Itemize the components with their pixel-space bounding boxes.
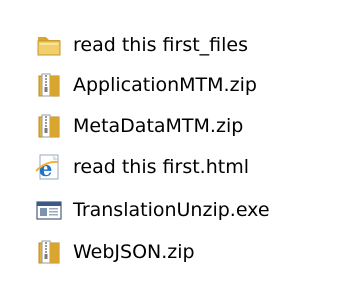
zip-archive-icon: [33, 111, 65, 141]
file-list: read this first_files ApplicationMTM.zip: [0, 0, 349, 288]
file-name: TranslationUnzip.exe: [73, 199, 270, 221]
file-name: ApplicationMTM.zip: [73, 74, 257, 96]
file-item-applicationmtm-zip[interactable]: ApplicationMTM.zip: [33, 68, 333, 102]
file-name: WebJSON.zip: [73, 241, 195, 263]
folder-icon: [33, 30, 65, 60]
svg-text:e: e: [39, 156, 52, 181]
file-item-read-this-first-html[interactable]: e read this first.html: [33, 150, 333, 184]
file-item-metadatamtm-zip[interactable]: MetaDataMTM.zip: [33, 109, 333, 143]
executable-window-icon: [33, 195, 65, 225]
zip-archive-icon: [33, 237, 65, 267]
internet-explorer-html-icon: e: [33, 152, 65, 182]
file-name: read this first_files: [73, 34, 248, 56]
file-item-read-this-first-files[interactable]: read this first_files: [33, 28, 333, 62]
file-name: MetaDataMTM.zip: [73, 115, 244, 137]
file-item-webjson-zip[interactable]: WebJSON.zip: [33, 235, 333, 269]
zip-archive-icon: [33, 70, 65, 100]
file-name: read this first.html: [73, 156, 249, 178]
file-item-translationunzip-exe[interactable]: TranslationUnzip.exe: [33, 193, 333, 227]
